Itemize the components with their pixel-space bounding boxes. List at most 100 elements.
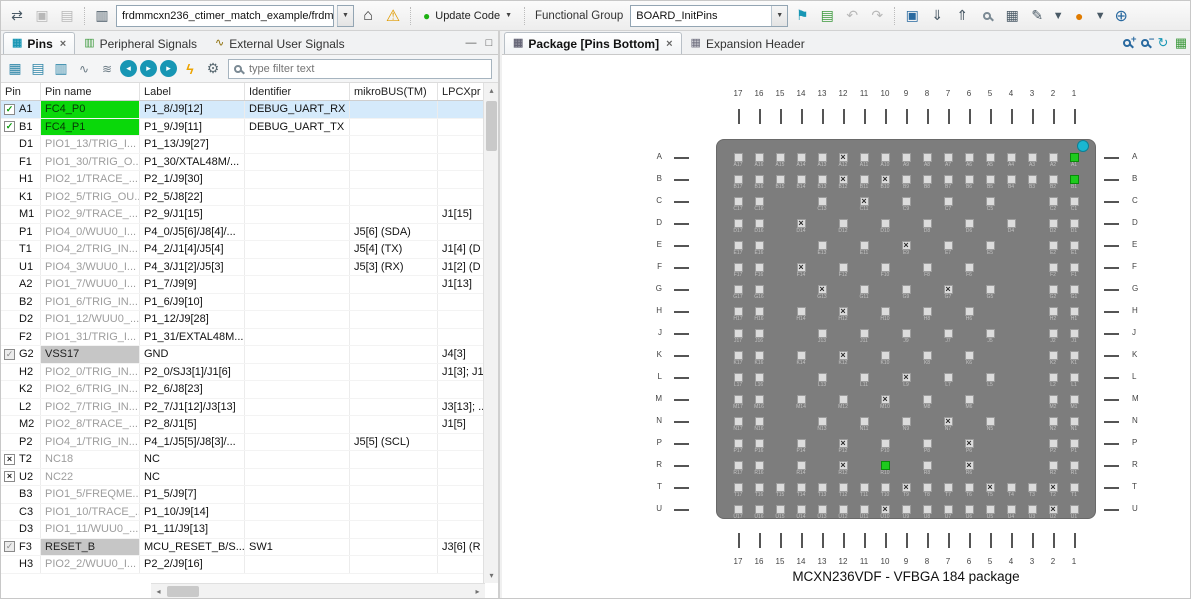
pin-checkbox[interactable]: × bbox=[4, 454, 15, 465]
package-pin[interactable] bbox=[797, 505, 806, 514]
table-row[interactable]: P1PIO4_0/WUU0_I...P4_0/J5[6]/J8[4]/...J5… bbox=[1, 224, 485, 242]
package-pin[interactable] bbox=[944, 373, 953, 382]
package-pin[interactable]: × bbox=[944, 285, 953, 294]
vertical-scrollbar-thumb[interactable] bbox=[486, 101, 497, 151]
package-pin[interactable] bbox=[818, 153, 827, 162]
package-pin[interactable] bbox=[881, 263, 890, 272]
package-pin[interactable] bbox=[1049, 307, 1058, 316]
package-pin[interactable] bbox=[734, 505, 743, 514]
table-row[interactable]: K1PIO2_5/TRIG_OU...P2_5/J8[22] bbox=[1, 189, 485, 207]
package-pin[interactable] bbox=[734, 219, 743, 228]
pin-checkbox[interactable]: ✓ bbox=[4, 121, 15, 132]
package-pin[interactable] bbox=[818, 175, 827, 184]
scroll-down-icon[interactable]: ▾ bbox=[484, 568, 499, 583]
package-pin[interactable] bbox=[1028, 175, 1037, 184]
package-pin[interactable]: × bbox=[965, 461, 974, 470]
package-pin[interactable] bbox=[755, 153, 764, 162]
power-table-icon[interactable]: ▥ bbox=[51, 59, 71, 79]
package-pin[interactable] bbox=[902, 197, 911, 206]
table-row[interactable]: F2PIO1_31/TRIG_I...P1_31/EXTAL48M... bbox=[1, 329, 485, 347]
package-pin[interactable] bbox=[881, 307, 890, 316]
package-pin[interactable]: × bbox=[860, 197, 869, 206]
package-pin[interactable] bbox=[1049, 285, 1058, 294]
package-pin[interactable]: × bbox=[797, 263, 806, 272]
package-pin[interactable] bbox=[1070, 241, 1079, 250]
pin-checkbox[interactable]: ✓ bbox=[4, 349, 15, 360]
package-pin[interactable] bbox=[881, 461, 890, 470]
show-routed-pins-icon[interactable]: ▸ bbox=[140, 60, 157, 77]
table-row[interactable]: D2PIO1_12/WUU0_...P1_12/J9[28] bbox=[1, 311, 485, 329]
package-pin[interactable] bbox=[923, 461, 932, 470]
package-pin[interactable] bbox=[944, 175, 953, 184]
search-icon[interactable] bbox=[976, 5, 998, 27]
package-pin[interactable] bbox=[734, 439, 743, 448]
problems-warning-icon[interactable]: ⚠ bbox=[382, 5, 404, 27]
package-pin[interactable] bbox=[1049, 351, 1058, 360]
package-pin[interactable] bbox=[1070, 483, 1079, 492]
package-pin[interactable] bbox=[734, 461, 743, 470]
chevron-down-icon[interactable]: ▼ bbox=[1093, 5, 1107, 27]
selected-pin-marker[interactable] bbox=[1077, 140, 1089, 152]
table-row[interactable]: T1PIO4_2/TRIG_IN...P4_2/J1[4]/J5[4]J5[4]… bbox=[1, 241, 485, 259]
pins-table-view-icon[interactable]: ▦ bbox=[5, 59, 25, 79]
package-pin[interactable] bbox=[1070, 461, 1079, 470]
package-pin[interactable] bbox=[986, 197, 995, 206]
pin-checkbox[interactable]: ✓ bbox=[4, 541, 15, 552]
package-pin[interactable]: × bbox=[902, 373, 911, 382]
show-not-routed-pins-icon[interactable]: ▸ bbox=[160, 60, 177, 77]
table-row[interactable]: K2PIO2_6/TRIG_IN...P2_6/J8[23] bbox=[1, 381, 485, 399]
table-row[interactable]: H1PIO2_1/TRACE_...P2_1/J9[30] bbox=[1, 171, 485, 189]
package-pin[interactable] bbox=[734, 241, 743, 250]
package-pin[interactable] bbox=[986, 373, 995, 382]
package-pin[interactable] bbox=[1070, 307, 1079, 316]
table-row[interactable]: ✓F3RESET_BMCU_RESET_B/S...SW1J3[6] (R bbox=[1, 539, 485, 557]
functional-group-combo[interactable]: BOARD_InitPins ▼ bbox=[630, 5, 788, 27]
table-row[interactable]: A2PIO1_7/WUU0_I...P1_7/J9[9]J1[13] bbox=[1, 276, 485, 294]
package-pin[interactable] bbox=[755, 285, 764, 294]
package-pin[interactable] bbox=[902, 153, 911, 162]
column-header[interactable]: LPCXpr bbox=[438, 83, 485, 100]
package-pin[interactable] bbox=[1049, 241, 1058, 250]
package-pin[interactable]: × bbox=[839, 307, 848, 316]
table-row[interactable]: M2PIO2_8/TRACE_...P2_8/J1[5]J1[5] bbox=[1, 416, 485, 434]
package-pin[interactable]: × bbox=[881, 505, 890, 514]
package-pin[interactable] bbox=[902, 175, 911, 184]
close-icon[interactable]: × bbox=[60, 38, 66, 50]
tab-pins[interactable]: ▦ Pins × bbox=[3, 32, 75, 54]
package-pin[interactable] bbox=[860, 483, 869, 492]
table-row[interactable]: C3PIO1_10/TRACE_...P1_10/J9[14] bbox=[1, 504, 485, 522]
package-pin[interactable] bbox=[1070, 153, 1079, 162]
package-pin[interactable] bbox=[923, 483, 932, 492]
package-pin[interactable] bbox=[965, 505, 974, 514]
package-pin[interactable] bbox=[860, 373, 869, 382]
package-pin[interactable]: × bbox=[818, 285, 827, 294]
package-pin[interactable] bbox=[1007, 483, 1016, 492]
package-pin[interactable] bbox=[818, 241, 827, 250]
package-pin[interactable]: × bbox=[839, 461, 848, 470]
package-pin[interactable] bbox=[986, 505, 995, 514]
package-pin[interactable] bbox=[965, 351, 974, 360]
package-pin[interactable] bbox=[818, 417, 827, 426]
package-pin[interactable] bbox=[755, 505, 764, 514]
package-pin[interactable] bbox=[734, 483, 743, 492]
package-pin[interactable] bbox=[881, 153, 890, 162]
package-pin[interactable] bbox=[1070, 417, 1079, 426]
tab-expansion-header[interactable]: ▦ Expansion Header bbox=[682, 32, 814, 54]
package-pin[interactable] bbox=[986, 153, 995, 162]
export-image-icon[interactable]: ▦ bbox=[1172, 34, 1190, 52]
pin-checkbox[interactable]: × bbox=[4, 471, 15, 482]
package-pin[interactable] bbox=[734, 153, 743, 162]
table-row[interactable]: D1PIO1_13/TRIG_I...P1_13/J9[27] bbox=[1, 136, 485, 154]
redo-icon[interactable]: ↷ bbox=[866, 5, 888, 27]
table-row[interactable]: H3PIO2_2/WUU0_I...P2_2/J9[16] bbox=[1, 556, 485, 574]
package-pin[interactable] bbox=[755, 307, 764, 316]
package-pin[interactable] bbox=[1070, 351, 1079, 360]
pin-checkbox[interactable]: ✓ bbox=[4, 104, 15, 115]
configuration-combo-arrow[interactable]: ▼ bbox=[337, 5, 354, 27]
package-pin[interactable] bbox=[923, 439, 932, 448]
package-pin[interactable] bbox=[1049, 461, 1058, 470]
flag-icon[interactable]: ⚑ bbox=[791, 5, 813, 27]
package-pin[interactable] bbox=[755, 241, 764, 250]
package-pin[interactable] bbox=[776, 153, 785, 162]
package-pin[interactable] bbox=[776, 505, 785, 514]
